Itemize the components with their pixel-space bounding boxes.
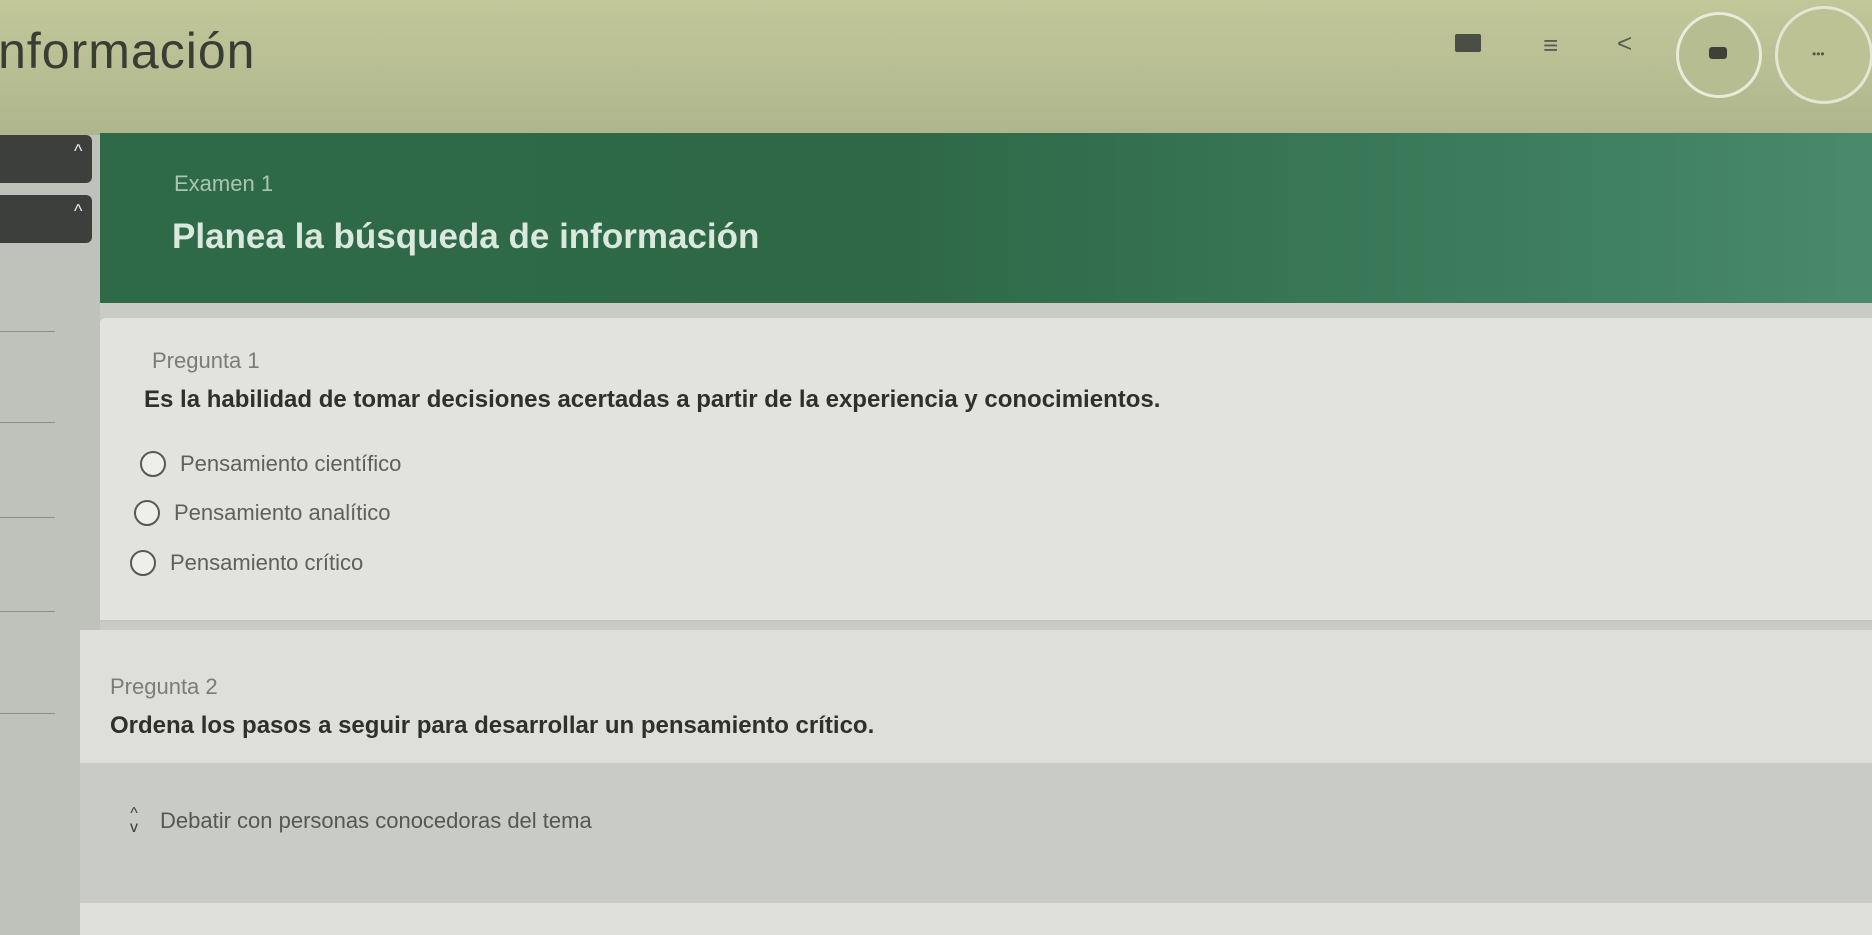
option-pensamiento-critico[interactable]: Pensamiento crítico — [130, 550, 363, 576]
option-label: Pensamiento crítico — [170, 550, 364, 575]
divider — [0, 517, 55, 518]
ordering-list: ^ v Debatir con personas conocedoras del… — [80, 763, 1872, 903]
radio-button[interactable] — [130, 550, 156, 576]
top-bar: información ≡ < ••• — [0, 0, 1872, 135]
option-pensamiento-analitico[interactable]: Pensamiento analítico — [134, 500, 390, 526]
question-text: Es la habilidad de tomar decisiones acer… — [144, 386, 1161, 413]
option-pensamiento-cientifico[interactable]: Pensamiento científico — [140, 451, 401, 477]
question-text: Ordena los pasos a seguir para desarroll… — [110, 712, 875, 739]
question-card-1: Pregunta 1 Es la habilidad de tomar deci… — [100, 318, 1872, 622]
app-title: información — [0, 23, 256, 79]
exam-header: Examen 1 Planea la búsqueda de informaci… — [100, 133, 1872, 303]
question-card-2: Pregunta 2 Ordena los pasos a seguir par… — [80, 630, 1872, 935]
sidebar-collapse-tab-2[interactable]: ^ — [0, 195, 92, 243]
sidebar-collapse-tab-1[interactable]: ^ — [0, 135, 92, 183]
share-icon[interactable]: < — [1617, 28, 1632, 59]
divider — [0, 713, 55, 714]
divider — [0, 331, 55, 332]
chevron-up-icon: ^ — [74, 141, 83, 161]
chevron-up-icon: ^ — [74, 201, 83, 221]
radio-button[interactable] — [134, 500, 160, 526]
question-label: Pregunta 2 — [110, 674, 218, 699]
divider — [0, 611, 55, 612]
reorder-handle-icon[interactable]: ^ v — [122, 806, 146, 836]
divider — [0, 422, 55, 423]
exam-title: Planea la búsqueda de información — [172, 217, 760, 256]
grid-icon[interactable] — [1455, 34, 1481, 52]
option-label: Pensamiento analítico — [174, 500, 391, 525]
profile-icon[interactable] — [1676, 12, 1762, 98]
menu-icon[interactable]: ≡ — [1543, 30, 1558, 61]
chevron-down-icon[interactable]: v — [130, 820, 138, 836]
radio-button[interactable] — [140, 451, 166, 477]
option-label: Pensamiento científico — [180, 451, 402, 476]
ordering-item-label: Debatir con personas conocedoras del tem… — [160, 808, 592, 833]
progress-icon[interactable]: ••• — [1775, 6, 1872, 104]
exam-label: Examen 1 — [174, 171, 274, 196]
ordering-item[interactable]: ^ v Debatir con personas conocedoras del… — [122, 806, 592, 836]
question-label: Pregunta 1 — [152, 348, 260, 373]
